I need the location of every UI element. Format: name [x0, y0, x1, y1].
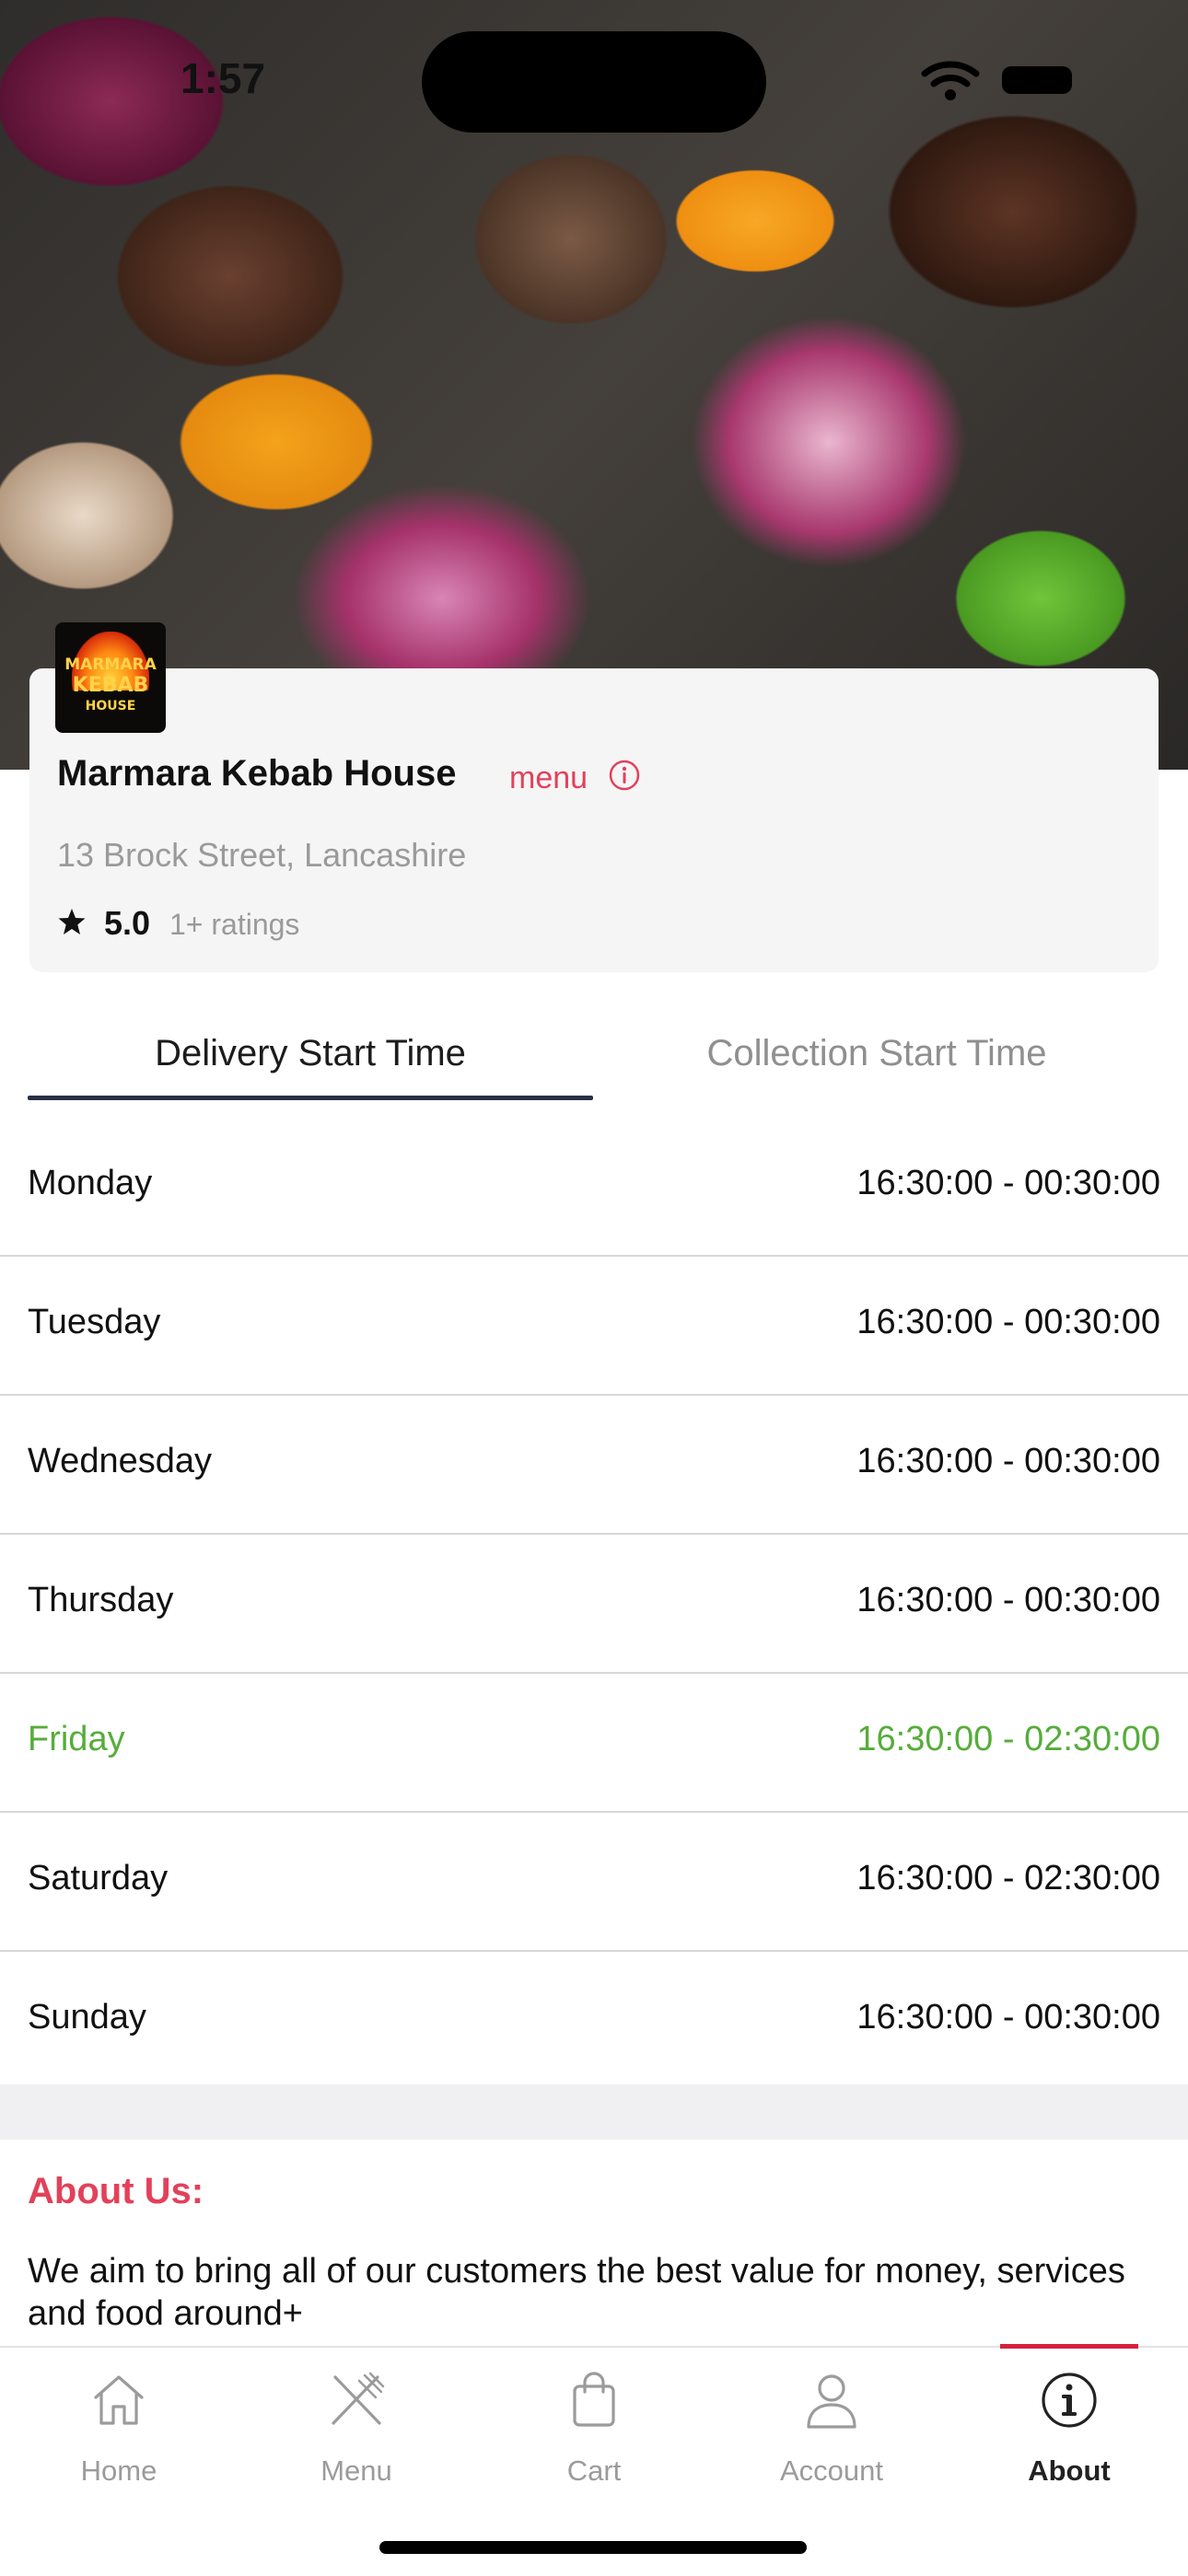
info-icon[interactable]: [608, 759, 641, 792]
nav-label: Account: [779, 2454, 883, 2487]
restaurant-name: Marmara Kebab House: [57, 753, 457, 794]
about-title: About Us:: [28, 2171, 204, 2211]
hours-day: Thursday: [28, 1581, 174, 1619]
active-tab-indicator: [28, 1096, 593, 1100]
section-divider: [0, 2084, 1188, 2140]
hours-day: Sunday: [28, 1998, 146, 2036]
hours-row-thursday: Thursday 16:30:00 - 00:30:00: [0, 1535, 1188, 1674]
hours-row-wednesday: Wednesday 16:30:00 - 00:30:00: [0, 1396, 1188, 1535]
hours-day: Saturday: [28, 1859, 169, 1897]
hours-row-saturday: Saturday 16:30:00 - 02:30:00: [0, 1813, 1188, 1952]
menu-link[interactable]: menu: [509, 760, 588, 796]
about-text: We aim to bring all of our customers the…: [28, 2252, 1125, 2333]
hours-day: Wednesday: [28, 1442, 212, 1480]
info-icon: [1042, 2373, 1097, 2428]
hours-time: 16:30:00 - 02:30:00: [856, 1720, 1160, 1758]
home-icon: [94, 2375, 144, 2425]
shopping-bag-icon: [573, 2372, 615, 2427]
user-icon: [807, 2374, 856, 2429]
tab-delivery-start-time[interactable]: Delivery Start Time: [28, 1033, 593, 1097]
nav-about[interactable]: About: [950, 2348, 1188, 2513]
hours-time: 16:30:00 - 00:30:00: [856, 1442, 1160, 1480]
hours-row-monday: Monday 16:30:00 - 00:30:00: [0, 1118, 1188, 1257]
hours-row-sunday: Sunday 16:30:00 - 00:30:00: [0, 1952, 1188, 2091]
hours-row-tuesday: Tuesday 16:30:00 - 00:30:00: [0, 1257, 1188, 1396]
nav-label: Cart: [566, 2454, 622, 2487]
hours-day: Tuesday: [28, 1303, 161, 1341]
opening-hours-list: Monday 16:30:00 - 00:30:00 Tuesday 16:30…: [0, 1118, 1188, 2091]
nav-active-indicator: [1000, 2344, 1138, 2349]
wifi-icon: [921, 61, 980, 100]
ratings-count: 1+ ratings: [169, 908, 300, 941]
tab-collection-start-time[interactable]: Collection Start Time: [593, 1033, 1160, 1097]
nav-home[interactable]: Home: [0, 2348, 238, 2513]
nav-menu[interactable]: Menu: [238, 2348, 475, 2513]
hours-row-friday: Friday 16:30:00 - 02:30:00: [0, 1674, 1188, 1813]
nav-label: Home: [80, 2454, 157, 2487]
restaurant-address: 13 Brock Street, Lancashire: [57, 836, 467, 874]
star-icon: [58, 909, 86, 934]
dynamic-island: [422, 31, 766, 133]
nav-label: Menu: [320, 2454, 392, 2487]
restaurant-logo: MARMARA KEBAB HOUSE: [55, 622, 166, 733]
rating-value: 5.0: [104, 904, 151, 942]
nav-account[interactable]: Account: [713, 2348, 950, 2513]
hours-day: Friday: [28, 1720, 125, 1758]
status-time: 1:57: [181, 54, 266, 102]
nav-label: About: [1028, 2454, 1111, 2487]
hours-time: 16:30:00 - 00:30:00: [856, 1581, 1160, 1619]
fork-knife-icon: [332, 2372, 385, 2425]
hours-time: 16:30:00 - 00:30:00: [856, 1303, 1160, 1341]
battery-icon: [1002, 66, 1072, 94]
home-indicator[interactable]: [379, 2541, 807, 2554]
hours-day: Monday: [28, 1164, 153, 1202]
nav-cart[interactable]: Cart: [475, 2348, 713, 2513]
hours-time: 16:30:00 - 00:30:00: [856, 1164, 1160, 1202]
hours-time: 16:30:00 - 02:30:00: [856, 1859, 1160, 1897]
hours-time: 16:30:00 - 00:30:00: [856, 1998, 1160, 2036]
